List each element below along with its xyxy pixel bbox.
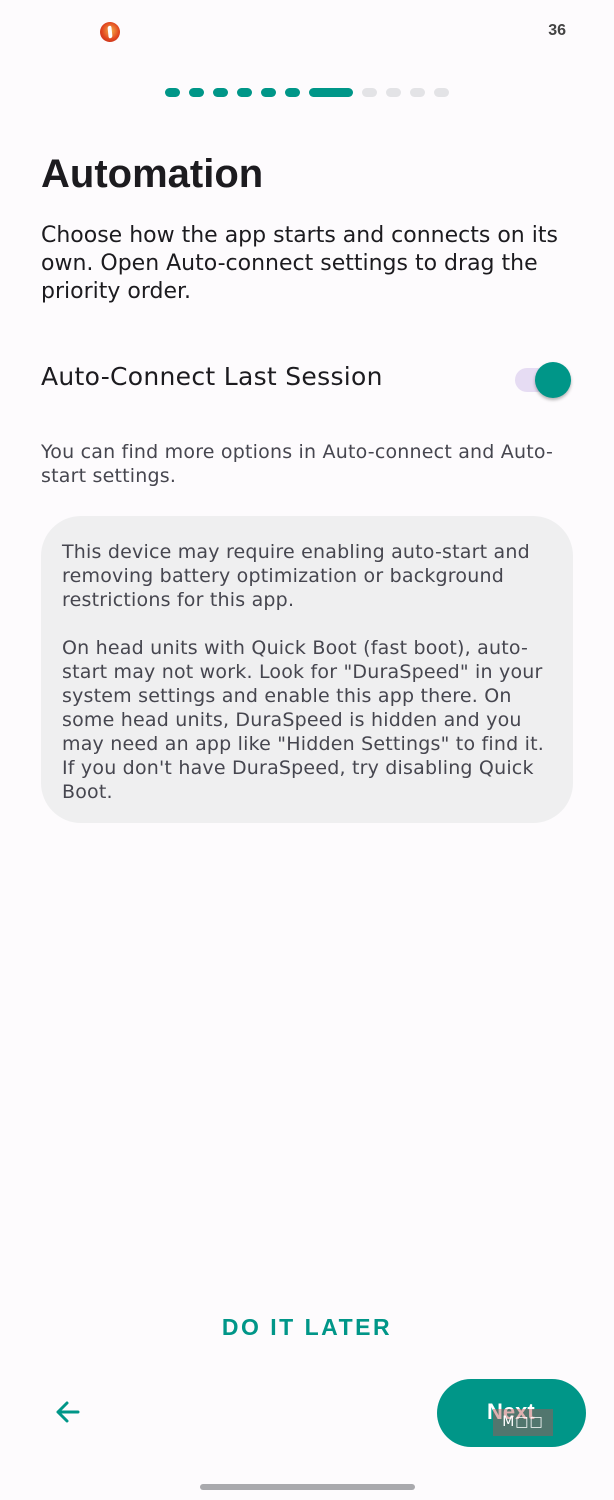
progress-dot	[189, 87, 204, 97]
arrow-left-icon	[56, 1401, 80, 1423]
progress-dot	[434, 87, 449, 97]
progress-dot	[386, 87, 401, 97]
auto-connect-label: Auto-Connect Last Session	[41, 361, 383, 391]
switch-thumb	[535, 362, 571, 398]
page-intro: Choose how the app starts and connects o…	[41, 223, 558, 304]
progress-dot	[261, 87, 276, 97]
overlay-badge: M□□	[493, 1409, 553, 1436]
status-time: 36	[548, 22, 566, 39]
progress-dot	[410, 87, 425, 97]
progress-dot-current	[309, 87, 353, 97]
settings-hint: You can find more options in Auto-connec…	[41, 441, 554, 487]
progress-dot	[362, 87, 377, 97]
device-notice-card: This device may require enabling auto-st…	[41, 516, 573, 823]
progress-dot	[165, 87, 180, 97]
notice-paragraph: On head units with Quick Boot (fast boot…	[62, 637, 544, 803]
home-indicator[interactable]	[200, 1484, 415, 1490]
progress-dot	[237, 87, 252, 97]
page-title: Automation	[41, 152, 264, 196]
app-logo-icon	[97, 19, 123, 45]
progress-dot	[213, 87, 228, 97]
notice-paragraph: This device may require enabling auto-st…	[62, 541, 530, 611]
auto-connect-row[interactable]: Auto-Connect Last Session	[41, 352, 571, 400]
progress-dot	[285, 87, 300, 97]
do-it-later-button[interactable]: DO IT LATER	[0, 1314, 614, 1341]
back-button[interactable]	[48, 1392, 88, 1432]
auto-connect-switch[interactable]	[515, 356, 571, 398]
step-progress-indicator	[0, 86, 614, 98]
onboarding-screen: 36 Automation Choose how the app starts …	[0, 0, 614, 1500]
status-bar: 36	[0, 0, 614, 64]
